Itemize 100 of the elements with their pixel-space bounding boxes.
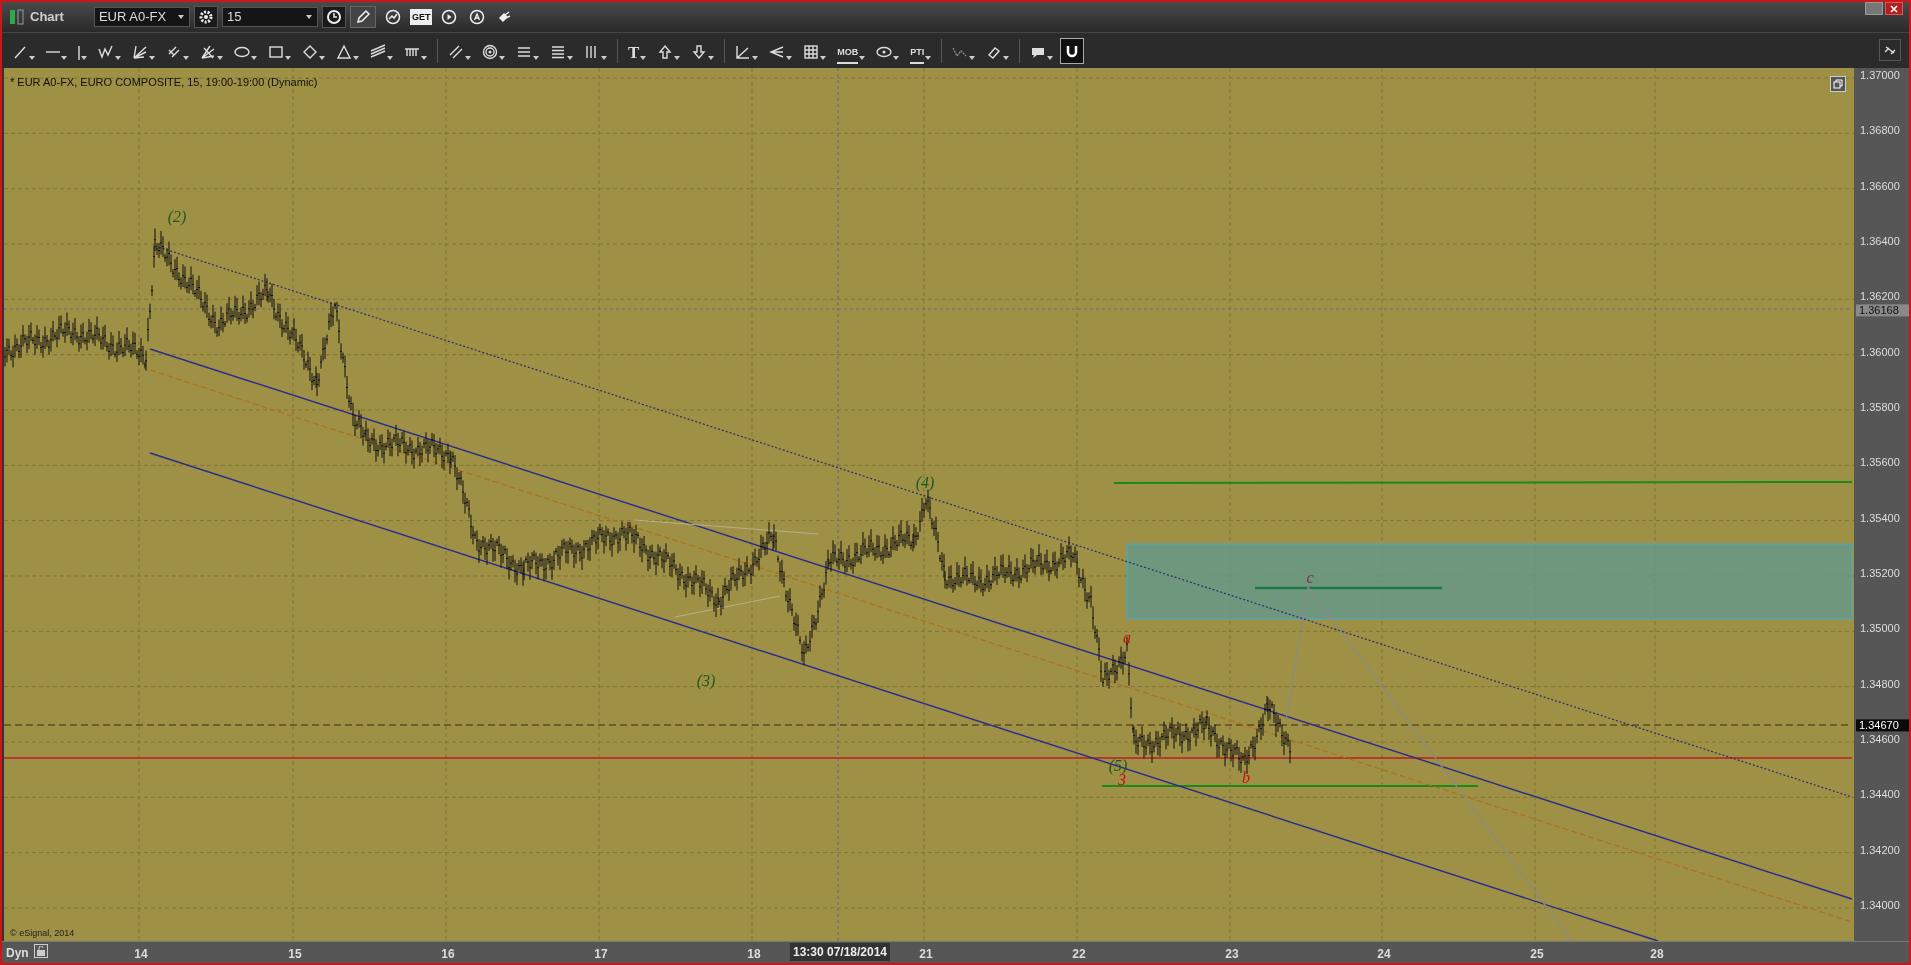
clock-button[interactable] xyxy=(321,6,346,28)
date-label: 28 xyxy=(1650,946,1664,963)
price-label: 1.35400 xyxy=(1860,511,1900,524)
date-label: 14 xyxy=(134,946,148,963)
date-label: 18 xyxy=(747,946,761,963)
chart-legend: * EUR A0-FX, EURO COMPOSITE, 15, 19:00-19:00 (Dynamic) xyxy=(10,74,318,91)
caret-icon xyxy=(567,55,573,60)
price-label: 1.34800 xyxy=(1860,677,1900,690)
lock-icon xyxy=(36,946,46,956)
date-label: 25 xyxy=(1530,946,1544,963)
vertical-line-icon xyxy=(78,45,80,60)
parallel-lines-icon xyxy=(370,43,386,60)
grid-icon xyxy=(803,43,820,60)
alert-icon xyxy=(469,9,486,25)
price-label: 1.35800 xyxy=(1860,400,1900,413)
window-title: Chart xyxy=(30,8,64,27)
caret-icon xyxy=(640,55,647,60)
text-tool-button[interactable]: T xyxy=(624,37,651,64)
copyright-text: © eSignal, 2014 xyxy=(10,926,75,940)
gear-icon xyxy=(197,9,214,25)
circles-icon xyxy=(482,43,498,60)
caret-icon xyxy=(285,55,291,60)
maximize-button[interactable] xyxy=(1830,76,1846,92)
caret-icon xyxy=(387,55,393,60)
fan-icon xyxy=(132,43,148,60)
wave-label: c xyxy=(1306,570,1314,586)
arrow-down-icon xyxy=(691,43,708,60)
caret-icon xyxy=(893,55,900,60)
price-label: 1.36200 xyxy=(1860,290,1900,303)
triangle-icon xyxy=(336,43,352,60)
caret-icon xyxy=(81,55,87,60)
channel-icon xyxy=(448,43,464,60)
caret-icon xyxy=(533,55,539,60)
fan-grid-icon xyxy=(200,43,216,60)
caret-icon xyxy=(969,55,976,60)
caret-icon xyxy=(319,55,325,60)
close-icon xyxy=(1890,4,1898,13)
caret-icon xyxy=(115,55,121,60)
caret-icon xyxy=(1047,55,1054,60)
date-label: 15 xyxy=(288,946,302,963)
caret-icon xyxy=(217,55,223,60)
caret-icon xyxy=(601,55,607,60)
caret-icon xyxy=(820,55,827,60)
price-label: 1.36800 xyxy=(1860,124,1900,137)
caret-icon xyxy=(61,55,67,60)
get-button[interactable]: GET xyxy=(409,9,433,25)
price-tag: 1.36168 xyxy=(1856,304,1909,317)
window-icon xyxy=(1833,79,1843,89)
caret-icon xyxy=(176,14,185,20)
wave-label: b xyxy=(1242,770,1250,786)
zigzag-icon xyxy=(98,43,114,60)
caret-icon xyxy=(786,55,793,60)
price-tag: 1.34670 xyxy=(1856,719,1909,731)
arrow-up-icon xyxy=(657,43,674,60)
wave-label: (2) xyxy=(167,209,187,225)
pti-tool-button[interactable]: PTI xyxy=(906,37,936,64)
magnet-icon xyxy=(1065,43,1080,58)
horizontal-line-icon xyxy=(46,50,60,53)
chart-icon xyxy=(384,9,401,25)
symbol-field[interactable]: EUR A0-FX xyxy=(93,7,190,27)
wave-label: (4) xyxy=(915,475,935,491)
close-button[interactable] xyxy=(1885,2,1903,15)
date-label: 22 xyxy=(1072,946,1086,963)
caret-icon xyxy=(251,55,257,60)
app-logo-icon xyxy=(8,9,26,25)
price-label: 1.36000 xyxy=(1860,345,1900,358)
axis-mode-label: Dyn xyxy=(6,945,29,962)
date-label: 17 xyxy=(594,946,608,963)
lock-button[interactable] xyxy=(34,944,48,958)
date-label: 16 xyxy=(441,946,455,963)
price-label: 1.34000 xyxy=(1860,898,1900,911)
date-label: 24 xyxy=(1377,946,1391,963)
caret-icon xyxy=(353,55,359,60)
caret-icon xyxy=(499,55,505,60)
caret-icon xyxy=(752,55,759,60)
levels-icon xyxy=(550,43,566,60)
caret-icon xyxy=(149,55,155,60)
caret-icon xyxy=(183,55,189,60)
draw-button[interactable] xyxy=(349,6,376,28)
pencil-icon xyxy=(354,9,371,25)
arrow-fan-icon xyxy=(769,43,786,60)
price-label: 1.35000 xyxy=(1860,622,1900,635)
price-label: 1.34600 xyxy=(1860,732,1900,745)
settings-button[interactable] xyxy=(193,6,218,28)
price-label: 1.34400 xyxy=(1860,788,1900,801)
mob-tool-button[interactable]: MOB xyxy=(833,37,870,64)
clock-icon xyxy=(325,9,342,25)
wave-label: a xyxy=(1123,630,1131,646)
price-label: 1.34200 xyxy=(1860,843,1900,856)
caret-icon xyxy=(465,55,471,60)
price-label: 1.36600 xyxy=(1860,179,1900,192)
date-label: 21 xyxy=(919,946,933,963)
date-label: 23 xyxy=(1225,946,1239,963)
interval-field[interactable]: 15 xyxy=(221,7,318,27)
angle-icon xyxy=(735,43,752,60)
caret-icon xyxy=(674,55,681,60)
caret-icon xyxy=(859,55,866,60)
caret-icon xyxy=(304,14,313,20)
magnet-tool-button[interactable] xyxy=(1060,37,1085,64)
price-label: 1.35200 xyxy=(1860,566,1900,579)
